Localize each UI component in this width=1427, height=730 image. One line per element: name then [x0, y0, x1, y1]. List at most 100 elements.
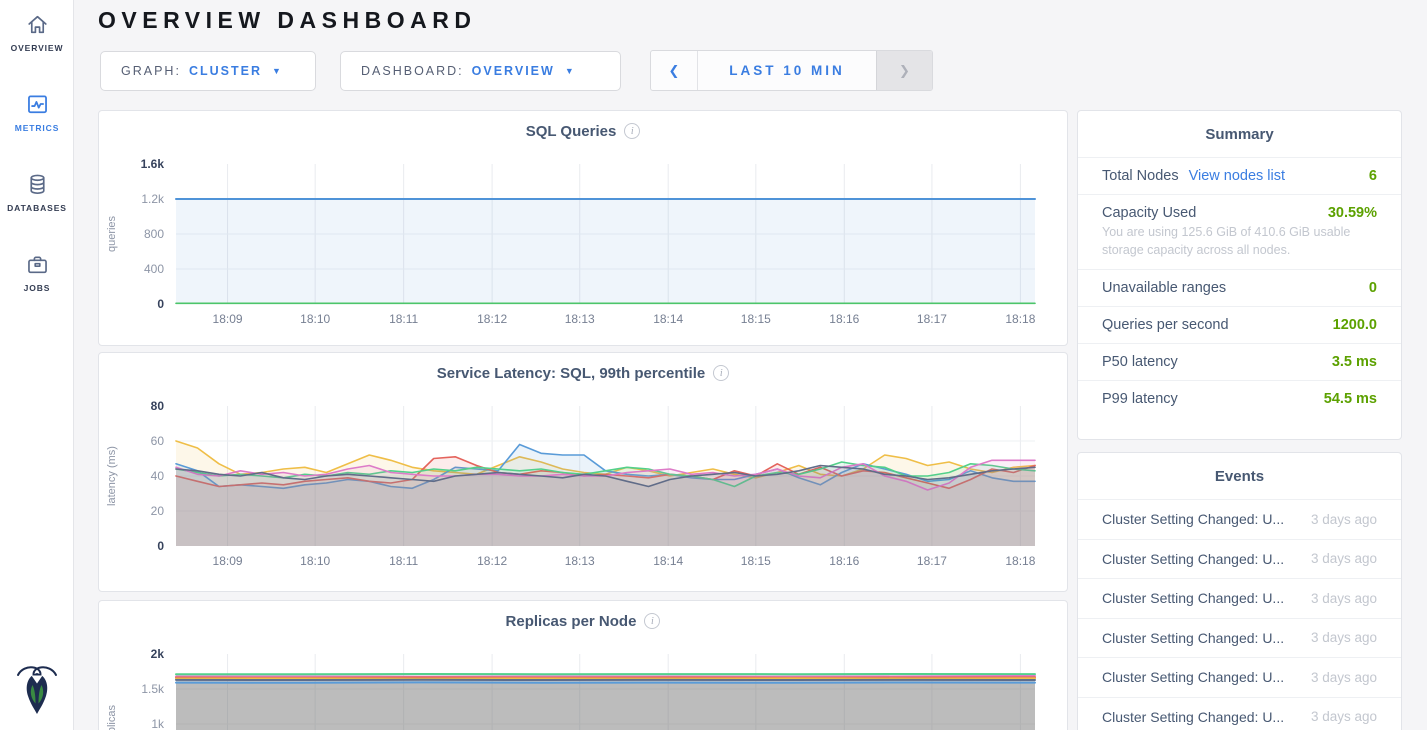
event-text: Cluster Setting Changed: U... [1102, 511, 1284, 527]
sidebar-item-jobs[interactable]: JOBS [0, 250, 74, 312]
event-text: Cluster Setting Changed: U... [1102, 551, 1284, 567]
graph-dropdown-value: CLUSTER [189, 64, 262, 78]
info-icon[interactable]: i [644, 613, 660, 629]
chart-title: Service Latency: SQL, 99th percentile [437, 365, 705, 382]
replicas-per-node-chart: 18:0918:1018:1118:1218:1318:1418:1518:16… [99, 629, 1069, 730]
svg-text:replicas: replicas [106, 705, 118, 730]
event-time: 3 days ago [1311, 670, 1377, 685]
chart-title: SQL Queries [526, 123, 617, 140]
time-window-value[interactable]: LAST 10 MIN [698, 51, 876, 90]
event-row[interactable]: Cluster Setting Changed: U... 3 days ago [1078, 618, 1401, 658]
time-window-next-button[interactable]: ❯ [876, 51, 932, 90]
view-nodes-list-link[interactable]: View nodes list [1189, 168, 1285, 184]
metrics-icon [25, 90, 50, 118]
event-time: 3 days ago [1311, 512, 1377, 527]
svg-text:18:12: 18:12 [477, 554, 507, 568]
svg-text:18:12: 18:12 [477, 312, 507, 326]
svg-text:1.2k: 1.2k [141, 192, 165, 206]
sidebar-item-label: METRICS [15, 123, 60, 133]
svg-text:18:17: 18:17 [917, 554, 947, 568]
graph-dropdown-label: GRAPH: [121, 64, 181, 78]
sidebar-item-label: DATABASES [7, 203, 67, 213]
event-text: Cluster Setting Changed: U... [1102, 669, 1284, 685]
chart-title: Replicas per Node [506, 613, 637, 630]
event-time: 3 days ago [1311, 551, 1377, 566]
sidebar-item-overview[interactable]: OVERVIEW [0, 10, 74, 72]
summary-label: Total Nodes [1102, 168, 1179, 184]
overview-dashboard-page: OVERVIEW METRICS DATABASES [0, 0, 1427, 730]
svg-text:18:18: 18:18 [1005, 554, 1035, 568]
database-icon [25, 170, 50, 198]
info-icon[interactable]: i [624, 123, 640, 139]
event-row[interactable]: Cluster Setting Changed: U... 3 days ago [1078, 657, 1401, 697]
chevron-down-icon: ▼ [272, 66, 281, 76]
svg-text:18:09: 18:09 [213, 554, 243, 568]
sidebar-item-label: OVERVIEW [11, 43, 64, 53]
event-time: 3 days ago [1311, 630, 1377, 645]
replicas-per-node-panel: Replicas per Node i 18:0918:1018:1118:12… [98, 600, 1068, 730]
summary-label: P99 latency [1102, 391, 1178, 407]
time-window-selector: ❮ LAST 10 MIN ❯ [650, 50, 933, 91]
svg-text:0: 0 [157, 297, 164, 311]
summary-label: P50 latency [1102, 354, 1178, 370]
summary-value: 0 [1369, 280, 1377, 296]
dashboard-dropdown-label: DASHBOARD: [361, 64, 464, 78]
service-latency-panel: Service Latency: SQL, 99th percentile i … [98, 352, 1068, 592]
summary-row-total-nodes: Total Nodes View nodes list 6 [1078, 157, 1401, 194]
event-time: 3 days ago [1311, 709, 1377, 724]
svg-text:18:16: 18:16 [829, 312, 859, 326]
sidebar-item-databases[interactable]: DATABASES [0, 170, 74, 232]
svg-text:18:10: 18:10 [300, 554, 330, 568]
events-title: Events [1078, 453, 1401, 499]
summary-value: 6 [1369, 168, 1377, 184]
svg-text:18:14: 18:14 [653, 554, 683, 568]
event-text: Cluster Setting Changed: U... [1102, 630, 1284, 646]
sql-queries-panel: SQL Queries i 18:0918:1018:1118:1218:131… [98, 110, 1068, 346]
svg-text:18:18: 18:18 [1005, 312, 1035, 326]
svg-text:0: 0 [157, 539, 164, 553]
page-title: OVERVIEW DASHBOARD [98, 7, 476, 34]
capacity-used-description: You are using 125.6 GiB of 410.6 GiB usa… [1102, 224, 1377, 259]
svg-text:queries: queries [106, 215, 118, 252]
events-panel: Events Cluster Setting Changed: U... 3 d… [1077, 452, 1402, 730]
event-row[interactable]: Cluster Setting Changed: U... 3 days ago [1078, 578, 1401, 618]
svg-text:80: 80 [151, 399, 165, 413]
summary-value: 1200.0 [1333, 317, 1377, 333]
summary-title: Summary [1078, 111, 1401, 157]
svg-text:18:15: 18:15 [741, 312, 771, 326]
svg-text:2k: 2k [151, 647, 165, 661]
sql-queries-chart: 18:0918:1018:1118:1218:1318:1418:1518:16… [99, 139, 1069, 334]
sidebar-item-label: JOBS [24, 283, 51, 293]
time-window-prev-button[interactable]: ❮ [651, 51, 698, 90]
info-icon[interactable]: i [713, 365, 729, 381]
summary-value: 30.59% [1328, 205, 1377, 221]
event-row[interactable]: Cluster Setting Changed: U... 3 days ago [1078, 539, 1401, 579]
sidebar: OVERVIEW METRICS DATABASES [0, 0, 74, 730]
svg-text:18:11: 18:11 [389, 554, 418, 568]
summary-row-queries-per-second: Queries per second 1200.0 [1078, 306, 1401, 343]
chevron-down-icon: ▼ [565, 66, 574, 76]
summary-row-p50-latency: P50 latency 3.5 ms [1078, 343, 1401, 380]
summary-label: Capacity Used [1102, 205, 1196, 221]
event-row[interactable]: Cluster Setting Changed: U... 3 days ago [1078, 697, 1401, 730]
event-text: Cluster Setting Changed: U... [1102, 709, 1284, 725]
svg-text:800: 800 [144, 227, 164, 241]
svg-text:60: 60 [151, 434, 165, 448]
graph-dropdown[interactable]: GRAPH: CLUSTER ▼ [100, 51, 316, 91]
svg-text:18:10: 18:10 [300, 312, 330, 326]
svg-text:latency (ms): latency (ms) [106, 446, 118, 506]
svg-text:18:14: 18:14 [653, 312, 683, 326]
svg-text:1.6k: 1.6k [141, 157, 165, 171]
svg-text:18:09: 18:09 [213, 312, 243, 326]
sidebar-item-metrics[interactable]: METRICS [0, 90, 74, 152]
svg-text:18:16: 18:16 [829, 554, 859, 568]
svg-text:18:15: 18:15 [741, 554, 771, 568]
summary-panel: Summary Total Nodes View nodes list 6 Ca… [1077, 110, 1402, 440]
dashboard-dropdown-value: OVERVIEW [472, 64, 555, 78]
dashboard-dropdown[interactable]: DASHBOARD: OVERVIEW ▼ [340, 51, 621, 91]
service-latency-chart: 18:0918:1018:1118:1218:1318:1418:1518:16… [99, 381, 1069, 576]
svg-text:20: 20 [151, 504, 165, 518]
cockroachdb-logo[interactable] [14, 658, 60, 723]
briefcase-icon [25, 250, 50, 278]
event-row[interactable]: Cluster Setting Changed: U... 3 days ago [1078, 499, 1401, 539]
